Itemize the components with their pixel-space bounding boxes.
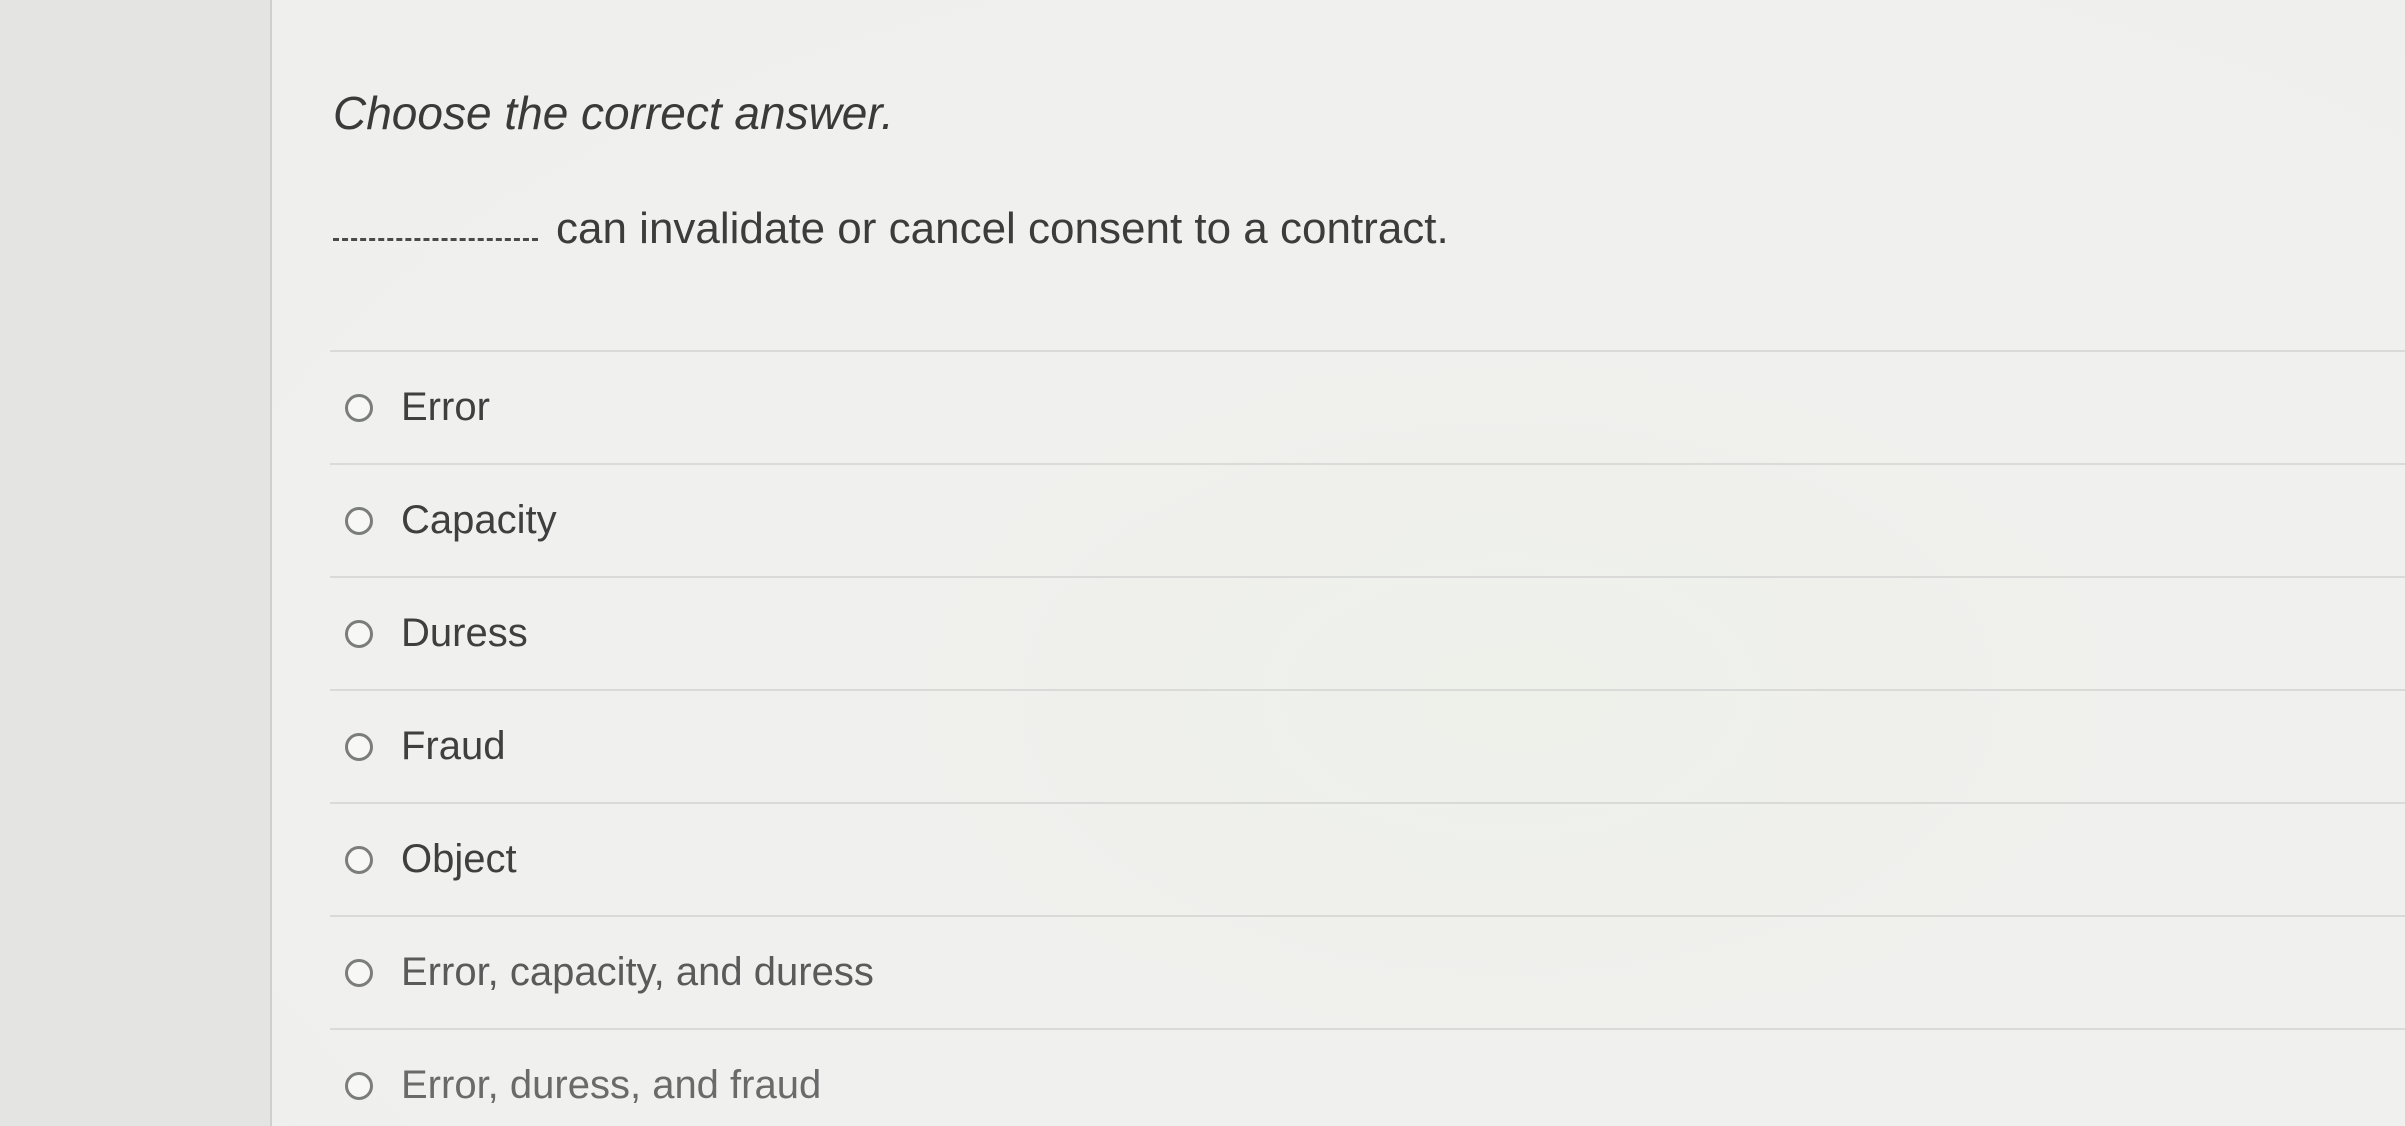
left-gutter: [0, 0, 270, 1126]
radio-button-icon[interactable]: [345, 506, 373, 535]
radio-button-icon[interactable]: [345, 393, 373, 422]
radio-button-icon[interactable]: [345, 958, 373, 987]
option-label: Error, capacity, and duress: [401, 950, 874, 994]
radio-button-icon[interactable]: [345, 732, 373, 761]
option-label: Error: [401, 385, 490, 429]
radio-button-icon[interactable]: [345, 1071, 373, 1100]
radio-button-icon[interactable]: [345, 619, 373, 648]
option-label: Error, duress, and fraud: [401, 1063, 822, 1107]
answer-blank: [333, 238, 538, 241]
option-duress[interactable]: Duress: [330, 576, 2405, 689]
question-text: can invalidate or cancel consent to a co…: [556, 204, 1449, 253]
instruction-text: Choose the correct answer.: [333, 87, 894, 139]
option-error[interactable]: Error: [330, 350, 2405, 463]
option-label: Capacity: [401, 498, 557, 542]
option-error-duress-fraud[interactable]: Error, duress, and fraud: [330, 1028, 2405, 1126]
option-label: Fraud: [401, 724, 506, 768]
option-object[interactable]: Object: [330, 802, 2405, 915]
option-label: Object: [401, 837, 517, 881]
answer-options: Error Capacity Duress Fraud Object Error…: [330, 350, 2405, 1126]
question-prompt: can invalidate or cancel consent to a co…: [333, 204, 1449, 254]
option-fraud[interactable]: Fraud: [330, 689, 2405, 802]
option-error-capacity-duress[interactable]: Error, capacity, and duress: [330, 915, 2405, 1028]
option-capacity[interactable]: Capacity: [330, 463, 2405, 576]
radio-button-icon[interactable]: [345, 845, 373, 874]
option-label: Duress: [401, 611, 528, 655]
